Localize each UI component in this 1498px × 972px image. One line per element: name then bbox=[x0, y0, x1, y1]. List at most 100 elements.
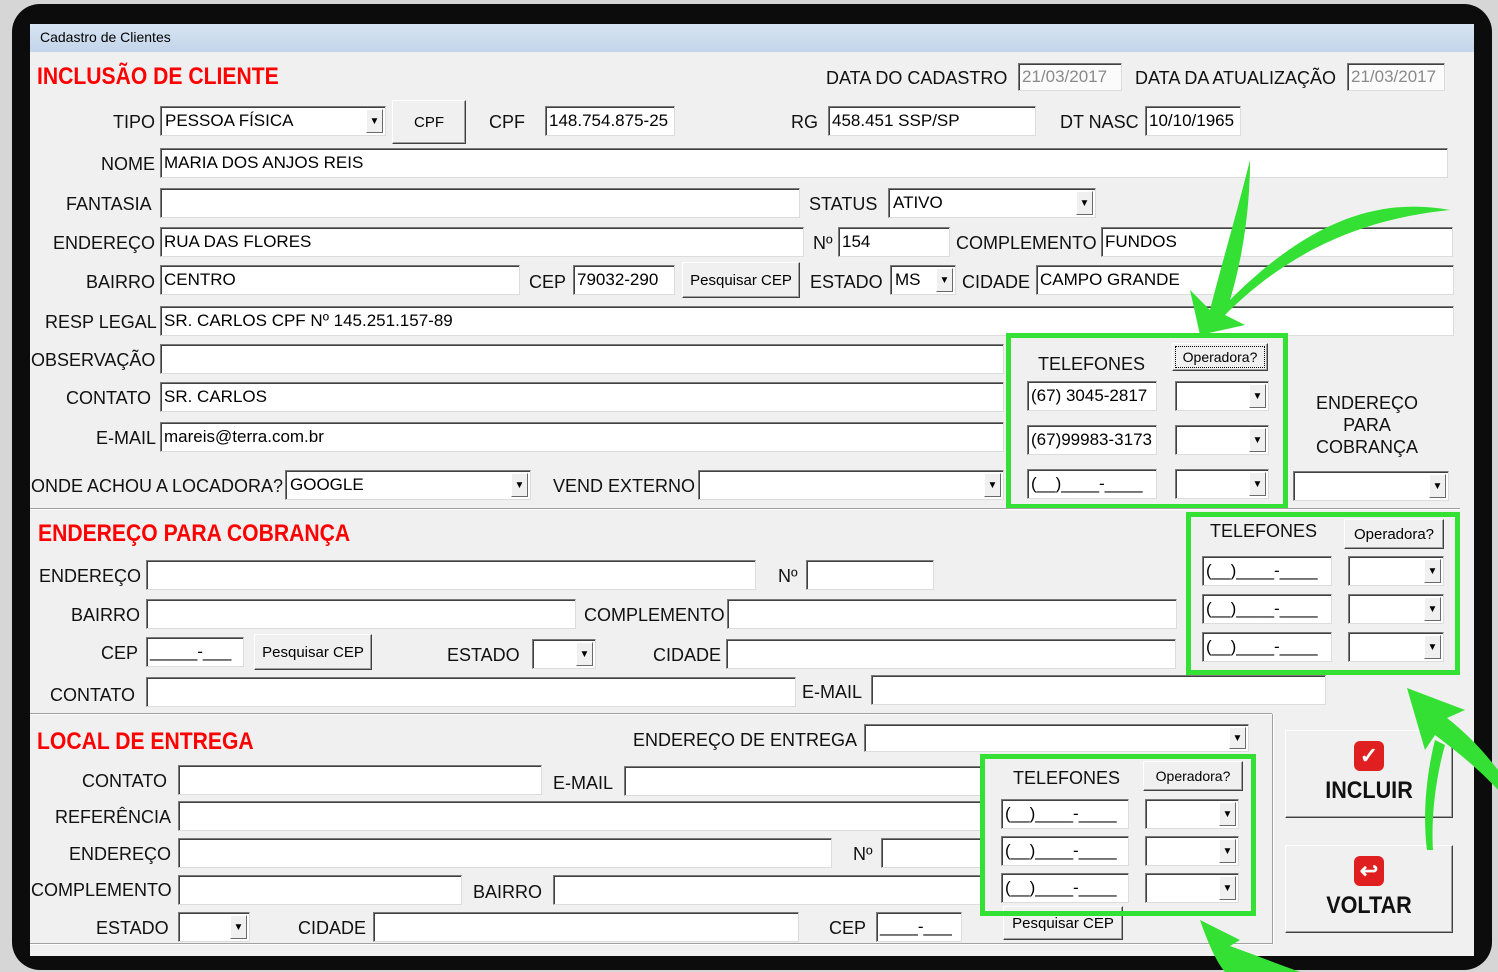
chevron-down-icon[interactable]: ▼ bbox=[1249, 428, 1266, 452]
endereco-cobranca-select[interactable]: ▼ bbox=[1293, 471, 1449, 501]
chevron-down-icon[interactable]: ▼ bbox=[1219, 839, 1236, 863]
cobranca-telefone-field-2[interactable]: (__)____-____ bbox=[1202, 594, 1332, 624]
fantasia-label: FANTASIA bbox=[66, 194, 152, 214]
entrega-bairro-field[interactable] bbox=[553, 875, 984, 905]
chevron-down-icon[interactable]: ▼ bbox=[1219, 802, 1236, 826]
operadora-select-3[interactable]: ▼ bbox=[1175, 469, 1269, 499]
entrega-cidade-label: CIDADE bbox=[298, 918, 367, 938]
cobranca-operadora-select-1[interactable]: ▼ bbox=[1348, 556, 1444, 586]
entrega-telefone-field-2[interactable]: (__)____-____ bbox=[1001, 836, 1129, 866]
cobranca-operadora-select-2[interactable]: ▼ bbox=[1348, 594, 1444, 624]
bairro-label: BAIRRO bbox=[86, 272, 156, 292]
chevron-down-icon[interactable]: ▼ bbox=[984, 473, 1001, 497]
divider bbox=[30, 508, 1460, 510]
cobranca-cep-field[interactable]: _____-___ bbox=[146, 637, 244, 667]
rg-label: RG bbox=[791, 112, 818, 132]
contato-label: CONTATO bbox=[66, 388, 151, 408]
referencia-field[interactable] bbox=[178, 801, 984, 831]
dtnasc-field[interactable]: 10/10/1965 bbox=[1145, 106, 1241, 136]
observacao-field[interactable] bbox=[160, 344, 1004, 374]
data-cadastro-field[interactable]: 21/03/2017 bbox=[1018, 63, 1122, 91]
contato-field[interactable]: SR. CARLOS bbox=[160, 382, 1004, 412]
entrega-numero-label: Nº bbox=[853, 844, 873, 864]
cobranca-email-field[interactable] bbox=[871, 675, 1326, 705]
operadora-select-1[interactable]: ▼ bbox=[1175, 381, 1269, 411]
telefone-field-2[interactable]: (67)99983-3173 bbox=[1027, 425, 1157, 455]
cpf-field[interactable]: 148.754.875-25 bbox=[545, 106, 675, 136]
tipo-value: PESSOA FÍSICA bbox=[165, 111, 294, 130]
data-atualizacao-field[interactable]: 21/03/2017 bbox=[1347, 63, 1445, 91]
chevron-down-icon[interactable]: ▼ bbox=[1249, 472, 1266, 496]
cobranca-email-label: E-MAIL bbox=[802, 682, 863, 702]
pesquisar-cep-button[interactable]: Pesquisar CEP bbox=[682, 262, 800, 298]
entrega-operadora-select-1[interactable]: ▼ bbox=[1145, 799, 1239, 829]
endereco-cobranca-label: ENDEREÇO PARA COBRANÇA bbox=[1315, 393, 1418, 457]
chevron-down-icon[interactable]: ▼ bbox=[1229, 727, 1246, 749]
entrega-email-field[interactable] bbox=[624, 766, 984, 796]
cobranca-pesquisar-cep-button[interactable]: Pesquisar CEP bbox=[254, 634, 372, 670]
cobranca-estado-select[interactable]: ▼ bbox=[532, 639, 596, 669]
chevron-down-icon[interactable]: ▼ bbox=[1424, 559, 1441, 583]
endereco-entrega-label: ENDEREÇO DE ENTREGA bbox=[633, 730, 858, 750]
estado-select[interactable]: MS ▼ bbox=[890, 265, 956, 295]
cobranca-contato-field[interactable] bbox=[146, 677, 796, 707]
telefone-field-3[interactable]: (__)____-____ bbox=[1027, 469, 1157, 499]
chevron-down-icon[interactable]: ▼ bbox=[1424, 597, 1441, 621]
entrega-contato-field[interactable] bbox=[178, 765, 542, 795]
chevron-down-icon[interactable]: ▼ bbox=[511, 473, 528, 497]
rg-field[interactable]: 458.451 SSP/SP bbox=[828, 106, 1036, 136]
entrega-cep-label: CEP bbox=[829, 918, 867, 938]
entrega-complemento-field[interactable] bbox=[178, 875, 462, 905]
cpf-button[interactable]: CPF bbox=[392, 100, 466, 144]
entrega-endereco-field[interactable] bbox=[178, 838, 832, 868]
vend-externo-select[interactable]: ▼ bbox=[698, 470, 1004, 500]
nome-label: NOME bbox=[101, 154, 155, 174]
numero-field[interactable]: 154 bbox=[838, 227, 950, 257]
cobranca-telefone-field-1[interactable]: (__)____-____ bbox=[1202, 556, 1332, 586]
entrega-operadora-button[interactable]: Operadora? bbox=[1143, 761, 1243, 791]
telefone-field-1[interactable]: (67) 3045-2817 bbox=[1027, 381, 1157, 411]
cobranca-operadora-select-3[interactable]: ▼ bbox=[1348, 632, 1444, 662]
cobranca-telefone-field-3[interactable]: (__)____-____ bbox=[1202, 632, 1332, 662]
entrega-cep-field[interactable]: ____-___ bbox=[876, 912, 962, 942]
chevron-down-icon[interactable]: ▼ bbox=[1076, 191, 1093, 215]
entrega-cidade-field[interactable] bbox=[373, 912, 799, 942]
cobranca-endereco-field[interactable] bbox=[146, 560, 756, 590]
observacao-label: OBSERVAÇÃO bbox=[31, 350, 156, 370]
entrega-estado-label: ESTADO bbox=[96, 918, 169, 938]
cobranca-cidade-field[interactable] bbox=[726, 639, 1176, 669]
status-value: ATIVO bbox=[893, 193, 943, 212]
chevron-down-icon[interactable]: ▼ bbox=[1249, 384, 1266, 408]
chevron-down-icon[interactable]: ▼ bbox=[1424, 635, 1441, 659]
chevron-down-icon[interactable]: ▼ bbox=[366, 109, 383, 133]
fantasia-field[interactable] bbox=[160, 188, 800, 218]
endereco-entrega-select[interactable]: ▼ bbox=[864, 724, 1249, 752]
entrega-estado-select[interactable]: ▼ bbox=[178, 912, 250, 942]
status-select[interactable]: ATIVO ▼ bbox=[888, 188, 1096, 218]
email-label: E-MAIL bbox=[96, 428, 157, 448]
entrega-telefone-field-3[interactable]: (__)____-____ bbox=[1001, 873, 1129, 903]
cep-field[interactable]: 79032-290 bbox=[573, 265, 675, 295]
chevron-down-icon[interactable]: ▼ bbox=[936, 268, 953, 292]
entrega-numero-field[interactable] bbox=[881, 838, 984, 868]
entrega-telefone-field-1[interactable]: (__)____-____ bbox=[1001, 799, 1129, 829]
email-field[interactable]: mareis@terra.com.br bbox=[160, 422, 1004, 452]
chevron-down-icon[interactable]: ▼ bbox=[1219, 876, 1236, 900]
entrega-contato-label: CONTATO bbox=[82, 771, 167, 791]
cobranca-endereco-label: ENDEREÇO bbox=[39, 566, 142, 586]
cobranca-bairro-field[interactable] bbox=[146, 599, 576, 629]
chevron-down-icon[interactable]: ▼ bbox=[1429, 474, 1446, 498]
bairro-field[interactable]: CENTRO bbox=[160, 265, 520, 295]
chevron-down-icon[interactable]: ▼ bbox=[576, 642, 593, 666]
cobranca-complemento-field[interactable] bbox=[727, 599, 1177, 629]
cobranca-numero-field[interactable] bbox=[806, 560, 934, 590]
operadora-select-2[interactable]: ▼ bbox=[1175, 425, 1269, 455]
tipo-select[interactable]: PESSOA FÍSICA ▼ bbox=[160, 106, 386, 136]
endereco-field[interactable]: RUA DAS FLORES bbox=[160, 227, 804, 257]
entrega-operadora-select-2[interactable]: ▼ bbox=[1145, 836, 1239, 866]
chevron-down-icon[interactable]: ▼ bbox=[230, 915, 247, 939]
cobranca-operadora-button[interactable]: Operadora? bbox=[1344, 519, 1444, 549]
entrega-operadora-select-3[interactable]: ▼ bbox=[1145, 873, 1239, 903]
onde-achou-select[interactable]: GOOGLE ▼ bbox=[285, 470, 531, 500]
divider bbox=[30, 713, 1272, 715]
